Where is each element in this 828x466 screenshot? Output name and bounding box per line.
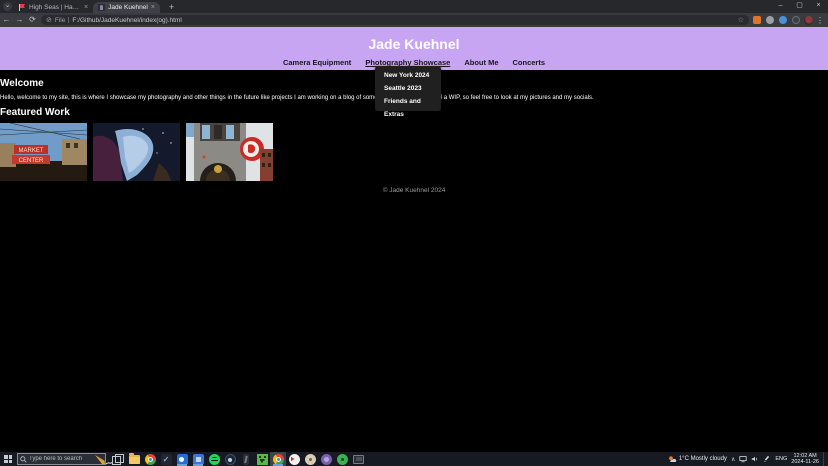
tab-search-icon[interactable]: ⌄ bbox=[3, 2, 12, 11]
monitor-app-icon[interactable] bbox=[350, 452, 366, 466]
taskbar-clock[interactable]: 12:02 AM 2024-11-26 bbox=[791, 453, 819, 465]
nav-concerts[interactable]: Concerts bbox=[513, 58, 546, 67]
tab-jade-kuehnel[interactable]: Jade Kuehnel × bbox=[93, 2, 160, 13]
purple-app-icon[interactable] bbox=[318, 452, 334, 466]
chrome-active-window-icon[interactable] bbox=[270, 452, 286, 466]
forward-icon[interactable]: → bbox=[13, 13, 26, 27]
featured-photo-night-structure[interactable] bbox=[93, 123, 180, 181]
dropdown-item-seattle-2023[interactable]: Seattle 2023 bbox=[375, 82, 441, 95]
browser-menu-icon[interactable]: ⋮ bbox=[816, 16, 824, 25]
photography-showcase-dropdown: New York 2024 Seattle 2023 Friends and E… bbox=[375, 66, 441, 118]
start-button-icon[interactable] bbox=[4, 455, 12, 463]
nav-about-me[interactable]: About Me bbox=[464, 58, 498, 67]
weather-text: 1°C Mostly cloudy bbox=[678, 456, 727, 462]
weather-icon bbox=[668, 456, 677, 462]
swoosh-app-icon[interactable]: ✓ bbox=[158, 452, 174, 466]
clock-date: 2024-11-26 bbox=[791, 459, 819, 465]
welcome-heading: Welcome bbox=[0, 78, 44, 89]
site-header: Jade Kuehnel Camera Equipment Photograph… bbox=[0, 27, 828, 70]
window-controls: – ▢ × bbox=[771, 0, 828, 12]
svg-text:MARKET: MARKET bbox=[18, 148, 43, 154]
tray-monitor-icon[interactable] bbox=[739, 455, 747, 463]
mail-app-icon[interactable] bbox=[174, 452, 190, 466]
extension-icon-orange[interactable] bbox=[753, 16, 761, 24]
market-sign-image: MARKET CENTER bbox=[0, 123, 87, 181]
reload-icon[interactable]: ⟳ bbox=[26, 13, 39, 27]
taskbar-apps: ✓ bbox=[126, 452, 366, 466]
featured-work-heading: Featured Work bbox=[0, 107, 70, 118]
featured-photo-row: MARKET CENTER bbox=[0, 123, 273, 181]
extension-icon-gray[interactable] bbox=[766, 16, 774, 24]
tab-title: High Seas | Hack Club bbox=[29, 4, 81, 11]
hack-club-favicon bbox=[19, 4, 26, 11]
maximize-button[interactable]: ▢ bbox=[790, 0, 809, 12]
tab-title: Jade Kuehnel bbox=[108, 4, 148, 11]
close-window-button[interactable]: × bbox=[809, 0, 828, 12]
show-desktop-button[interactable] bbox=[823, 452, 826, 466]
tab-strip: ⌄ High Seas | Hack Club × Jade Kuehnel ×… bbox=[0, 0, 828, 13]
firehouse-image bbox=[186, 123, 273, 181]
page-title: Jade Kuehnel bbox=[368, 36, 460, 52]
night-structure-image bbox=[93, 123, 180, 181]
minimize-button[interactable]: – bbox=[771, 0, 790, 12]
address-text: F:/Github/JadeKuehnel/index(og).html bbox=[72, 16, 182, 24]
page-footer: © Jade Kuehnel 2024 bbox=[382, 187, 446, 194]
svg-text:CENTER: CENTER bbox=[19, 158, 44, 164]
screen: ⌄ High Seas | Hack Club × Jade Kuehnel ×… bbox=[0, 0, 828, 466]
steam-icon[interactable] bbox=[222, 452, 238, 466]
extension-icon-dark[interactable] bbox=[792, 16, 800, 24]
browser-chrome: ⌄ High Seas | Hack Club × Jade Kuehnel ×… bbox=[0, 0, 828, 27]
green-app-icon[interactable] bbox=[334, 452, 350, 466]
address-separator bbox=[68, 17, 70, 23]
taskbar-search[interactable] bbox=[17, 453, 119, 465]
webpage: Jade Kuehnel Camera Equipment Photograph… bbox=[0, 27, 828, 452]
slim-dark-app-icon[interactable] bbox=[238, 452, 254, 466]
white-red-app-icon[interactable] bbox=[286, 452, 302, 466]
taskbar: ✓ 1°C Mostly cloudy ∧ bbox=[0, 452, 828, 466]
tray-chevron-up-icon[interactable]: ∧ bbox=[731, 456, 735, 463]
extension-icon-blue[interactable] bbox=[779, 16, 787, 24]
weather-widget[interactable]: 1°C Mostly cloudy bbox=[668, 455, 727, 463]
browser-toolbar: ← → ⟳ ⊘ File F:/Github/JadeKuehnel/index… bbox=[0, 13, 828, 27]
welcome-paragraph: Hello, welcome to my site, this is where… bbox=[0, 95, 594, 101]
close-tab-icon[interactable]: × bbox=[151, 4, 155, 11]
featured-photo-market-sign[interactable]: MARKET CENTER bbox=[0, 123, 87, 181]
address-scheme: File bbox=[54, 16, 66, 24]
new-tab-button[interactable]: + bbox=[166, 2, 177, 12]
extensions-row bbox=[753, 16, 800, 24]
chrome-icon[interactable] bbox=[142, 452, 158, 466]
dropdown-item-friends-and-extras[interactable]: Friends and Extras bbox=[375, 95, 441, 118]
tray-speaker-icon[interactable] bbox=[751, 455, 759, 463]
search-icon bbox=[20, 455, 27, 463]
file-badge-icon[interactable]: ⊘ bbox=[46, 16, 52, 24]
address-bar[interactable]: ⊘ File F:/Github/JadeKuehnel/index(og).h… bbox=[41, 15, 749, 25]
beige-app-icon[interactable] bbox=[302, 452, 318, 466]
blue-square-app-icon[interactable] bbox=[190, 452, 206, 466]
featured-photo-firehouse[interactable] bbox=[186, 123, 273, 181]
tray-pen-icon[interactable] bbox=[763, 455, 771, 463]
search-input[interactable] bbox=[29, 456, 89, 462]
system-tray: 1°C Mostly cloudy ∧ ENG 12:02 AM 2024-11… bbox=[668, 452, 826, 466]
minecraft-icon[interactable] bbox=[254, 452, 270, 466]
profile-avatar[interactable] bbox=[804, 15, 813, 25]
tab-high-seas[interactable]: High Seas | Hack Club × bbox=[14, 2, 93, 13]
jade-favicon bbox=[98, 4, 106, 11]
task-view-icon[interactable] bbox=[112, 454, 124, 465]
bookmark-star-icon[interactable]: ☆ bbox=[738, 16, 744, 24]
spotify-icon[interactable] bbox=[206, 452, 222, 466]
nav-camera-equipment[interactable]: Camera Equipment bbox=[283, 58, 351, 67]
dropdown-item-new-york-2024[interactable]: New York 2024 bbox=[375, 69, 441, 82]
close-tab-icon[interactable]: × bbox=[84, 4, 88, 11]
language-indicator[interactable]: ENG bbox=[775, 456, 787, 462]
back-icon[interactable]: ← bbox=[0, 13, 13, 27]
file-explorer-icon[interactable] bbox=[126, 452, 142, 466]
